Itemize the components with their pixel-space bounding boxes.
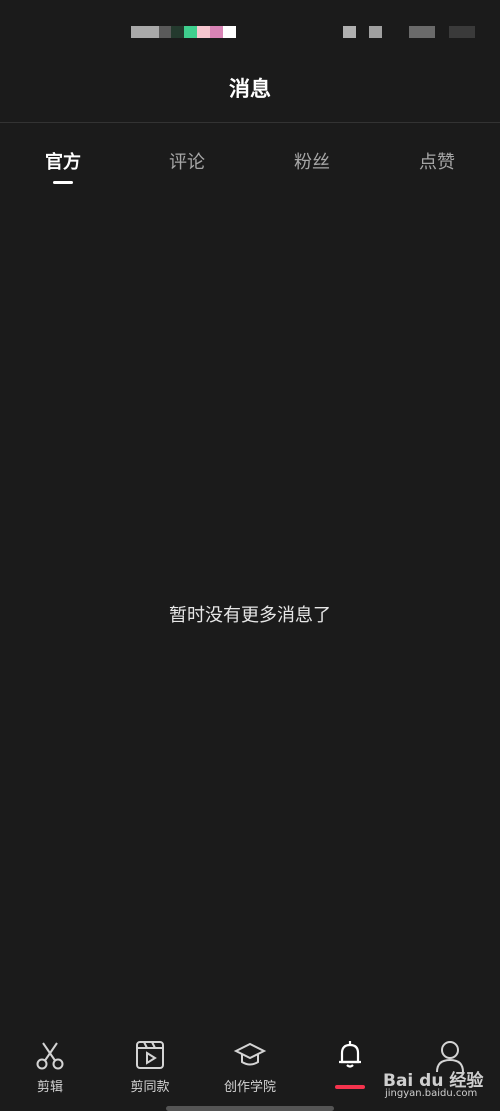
nav-academy[interactable]: 创作学院 — [200, 1038, 300, 1095]
tab-comments[interactable]: 评论 — [147, 148, 227, 174]
nav-edit[interactable]: 剪辑 — [0, 1038, 100, 1095]
empty-state-message: 暂时没有更多消息了 — [169, 605, 331, 626]
message-tabs: 官方 评论 粉丝 点赞 — [0, 134, 500, 194]
battery-icon — [449, 26, 475, 38]
status-pixel — [409, 26, 435, 38]
signal-icon — [343, 26, 356, 38]
active-nav-indicator — [335, 1085, 365, 1089]
graduation-cap-icon — [233, 1042, 267, 1066]
baidu-watermark: Bai du 经验 jingyan.baidu.com — [383, 1063, 495, 1103]
wifi-icon — [369, 26, 382, 38]
nav-templates[interactable]: 剪同款 — [100, 1038, 200, 1095]
status-pixel — [184, 26, 197, 38]
watermark-url: jingyan.baidu.com — [385, 1088, 478, 1099]
bell-icon — [339, 1041, 361, 1068]
header: 消息 — [0, 60, 500, 123]
nav-label: 剪辑 — [36, 1080, 63, 1095]
tab-official[interactable]: 官方 — [23, 148, 103, 174]
template-play-icon — [136, 1041, 164, 1069]
active-tab-indicator — [53, 181, 73, 184]
status-pixel — [171, 26, 184, 38]
status-pixel — [210, 26, 223, 38]
page-title: 消息 — [229, 77, 271, 101]
nav-label: 创作学院 — [223, 1080, 276, 1095]
nav-label: 剪同款 — [130, 1080, 170, 1095]
status-pixel — [223, 26, 236, 38]
tab-fans[interactable]: 粉丝 — [272, 148, 352, 174]
status-pixel — [159, 26, 171, 38]
status-pixel — [131, 26, 159, 38]
tab-likes[interactable]: 点赞 — [397, 148, 477, 174]
scissors-icon — [36, 1042, 64, 1070]
home-indicator[interactable] — [166, 1106, 334, 1111]
status-bar — [0, 0, 500, 60]
status-pixel — [197, 26, 210, 38]
